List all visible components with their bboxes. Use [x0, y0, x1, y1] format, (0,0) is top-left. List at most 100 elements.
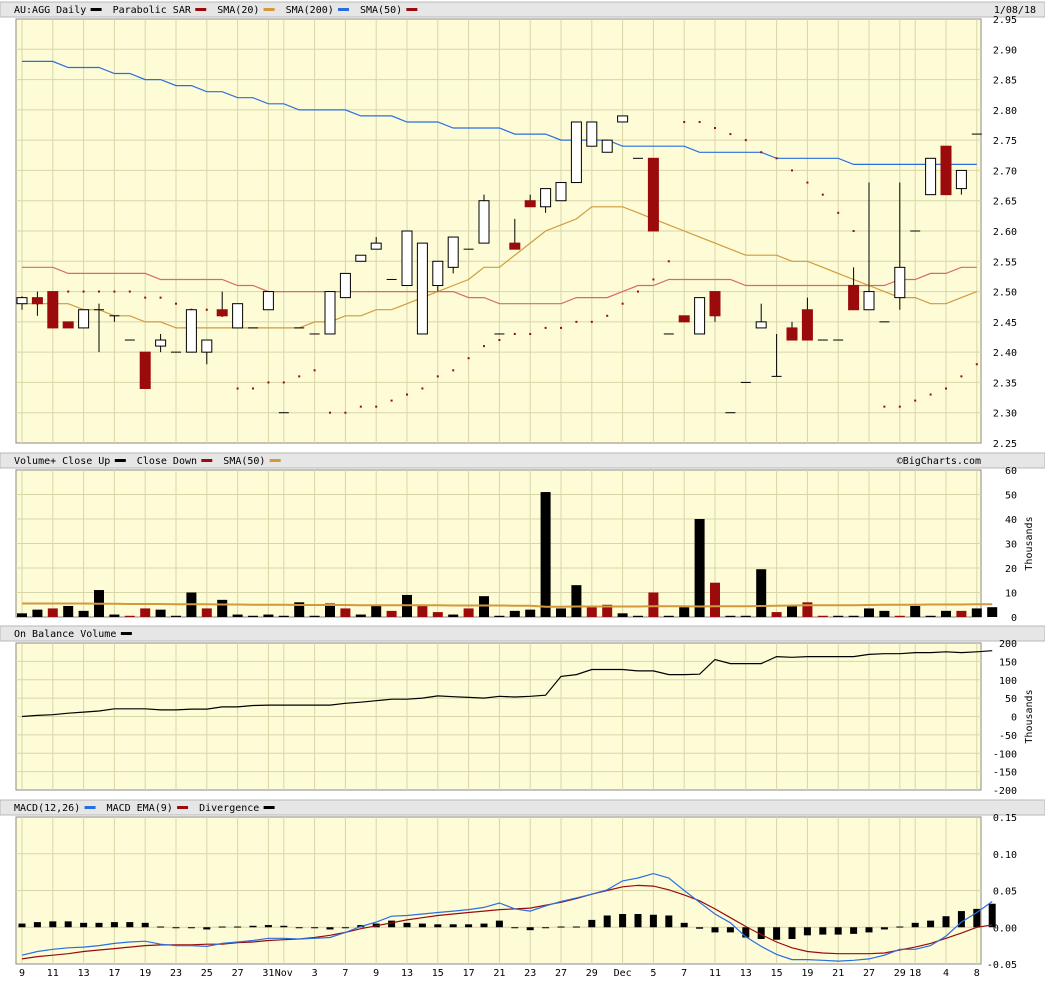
price-tick-label: 2.85 — [993, 76, 1017, 87]
divergence-bar — [850, 927, 858, 934]
divergence-bar — [942, 916, 950, 928]
sar-dot — [560, 326, 562, 329]
divergence-bar — [80, 922, 88, 928]
candle-up — [355, 254, 367, 262]
volume-bar — [894, 615, 905, 617]
volume-bar — [987, 607, 998, 617]
candle-down — [524, 200, 536, 208]
divergence-bar — [603, 915, 611, 928]
candle-up — [863, 291, 875, 311]
candle-up — [78, 309, 90, 329]
sar-dot — [698, 120, 701, 123]
volume-bar — [571, 585, 582, 617]
sar-dot — [390, 399, 393, 402]
candle-down — [139, 351, 151, 389]
divergence-bar — [495, 920, 503, 928]
divergence-bar — [203, 927, 211, 930]
obv-legend-0: On Balance Volume — [14, 629, 116, 640]
divergence-bar — [680, 922, 688, 928]
volume-bar — [494, 615, 505, 617]
divergence-bar — [249, 925, 257, 928]
candle-up — [955, 169, 967, 190]
candle-down — [786, 327, 798, 341]
candle-up — [155, 339, 167, 347]
divergence-bar — [126, 922, 134, 928]
candle-up — [16, 297, 28, 305]
macd-legend-1: MACD EMA(9) — [107, 803, 173, 814]
candle-up — [570, 121, 582, 184]
candle-up — [555, 182, 567, 202]
x-tick-label: 11 — [709, 968, 721, 979]
sar-dot — [652, 278, 655, 281]
sar-dot — [929, 393, 932, 396]
volume-bar — [648, 592, 659, 617]
x-tick-label: 18 — [909, 968, 921, 979]
price-legend-swatch-3 — [338, 8, 349, 11]
divergence-bar — [465, 924, 473, 928]
divergence-bar — [834, 927, 842, 935]
volume-bar — [463, 608, 474, 617]
x-tick-label: 25 — [201, 968, 213, 979]
sar-dot — [67, 290, 70, 293]
divergence-bar — [696, 927, 704, 929]
sar-dot — [837, 211, 840, 214]
price-tick-label: 2.95 — [993, 15, 1017, 26]
x-tick-label: 21 — [832, 968, 844, 979]
volume-bar — [309, 615, 320, 617]
x-tick-label: 8 — [974, 968, 980, 979]
divergence-bar — [557, 926, 565, 928]
sar-dot — [144, 296, 147, 299]
x-tick-label: Nov — [275, 968, 293, 979]
volume-bar — [679, 607, 690, 617]
divergence-bar — [542, 927, 550, 929]
candle-down — [940, 145, 952, 196]
volume-bar — [217, 599, 228, 617]
divergence-bar — [341, 927, 349, 929]
macd-tick-label: 0.15 — [993, 813, 1017, 824]
volume-bar — [417, 605, 428, 617]
price-tick-label: 2.35 — [993, 378, 1017, 389]
price-tick-label: 2.50 — [993, 288, 1017, 299]
candle-down — [848, 285, 860, 311]
divergence-bar — [388, 920, 396, 928]
volume-legend-swatch-2 — [269, 459, 281, 462]
candle-down — [647, 157, 659, 232]
sar-dot — [236, 387, 239, 390]
x-tick-label: 19 — [801, 968, 813, 979]
divergence-bar — [110, 922, 118, 928]
sar-dot — [375, 405, 378, 408]
price-tick-label: 2.55 — [993, 257, 1017, 268]
divergence-bar — [973, 908, 981, 928]
volume-tick-label: 20 — [1005, 564, 1017, 575]
volume-bar — [355, 614, 366, 617]
sar-dot — [729, 133, 732, 136]
x-tick-label: 27 — [555, 968, 567, 979]
x-tick-label: 29 — [894, 968, 906, 979]
candle-down — [801, 309, 813, 341]
candle-up — [478, 200, 490, 244]
candle-up — [925, 157, 937, 196]
volume-tick-label: 10 — [1005, 589, 1017, 600]
x-tick-label: Dec — [614, 968, 632, 979]
obv-tick-label: 150 — [999, 657, 1017, 668]
sar-dot — [483, 345, 485, 348]
price-legend-3: SMA(200) — [286, 5, 334, 16]
x-tick-label: 13 — [78, 968, 90, 979]
candle-up — [601, 139, 613, 153]
volume-legend-swatch-1 — [201, 459, 213, 462]
divergence-bar — [665, 915, 673, 928]
divergence-bar — [988, 903, 996, 928]
sar-dot — [159, 296, 162, 299]
candle-up — [755, 321, 767, 329]
candle-down — [47, 291, 59, 329]
divergence-bar — [187, 927, 195, 929]
price-tick-label: 2.30 — [993, 409, 1017, 420]
candle-up — [370, 242, 382, 250]
x-tick-label: 15 — [771, 968, 783, 979]
sar-dot — [252, 387, 254, 390]
candle-down — [709, 291, 721, 317]
sar-dot — [282, 381, 285, 384]
volume-bar — [848, 615, 859, 617]
price-legend-4: SMA(50) — [360, 5, 402, 16]
divergence-bar — [773, 927, 781, 940]
